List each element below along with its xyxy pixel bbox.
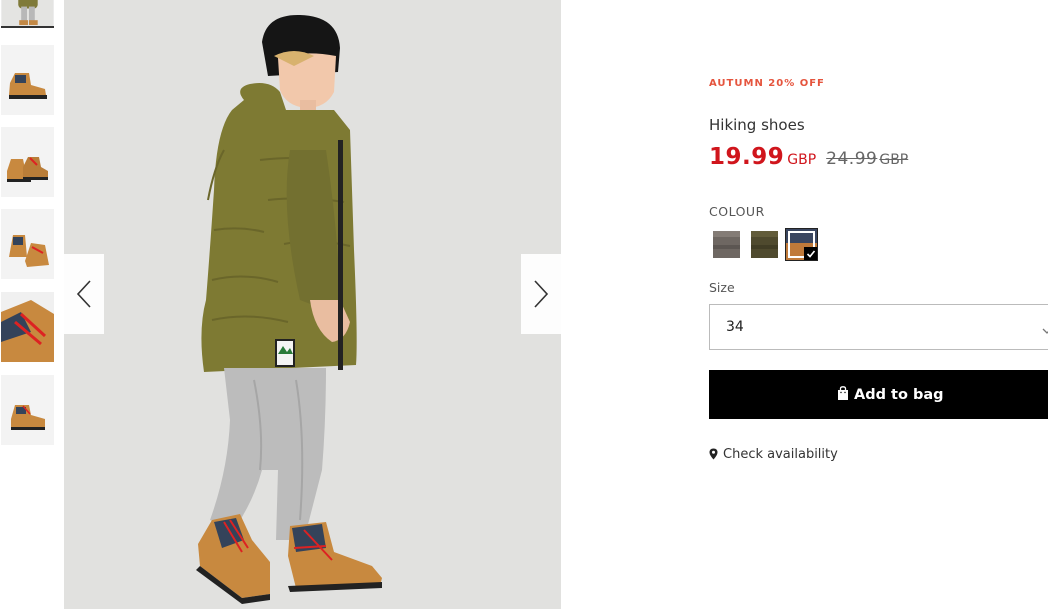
colour-swatch-brown[interactable] (713, 231, 740, 258)
size-select[interactable]: 34 (709, 304, 1048, 350)
swatch-texture (713, 231, 740, 258)
size-label: Size (709, 280, 735, 295)
product-title: Hiking shoes (709, 116, 805, 134)
size-selected-value: 34 (726, 319, 744, 335)
next-image-button[interactable] (521, 254, 561, 334)
thumbnail-6[interactable] (1, 375, 54, 445)
selected-check-icon (804, 247, 817, 260)
thumbnail-image-shoe-pair (1, 127, 54, 197)
thumbnail-3[interactable] (1, 127, 54, 197)
thumbnail-2[interactable] (1, 45, 54, 115)
current-price-currency: GBP (787, 152, 817, 168)
thumbnail-image-shoe-side (1, 45, 54, 115)
old-price: 24.99 (826, 149, 878, 169)
thumbnail-1[interactable] (1, 0, 54, 28)
check-availability-link[interactable]: Check availability (709, 445, 838, 464)
thumbnail-4[interactable] (1, 209, 54, 279)
colour-swatch-camel-navy[interactable] (785, 228, 818, 261)
product-info-panel: AUTUMN 20% OFF Hiking shoes 19.99 GBP 24.9… (709, 0, 1048, 609)
shopping-bag-icon (837, 385, 849, 404)
chevron-right-icon (534, 280, 549, 308)
map-pin-icon (709, 445, 718, 464)
colour-label: COLOUR (709, 204, 765, 219)
current-price: 19.99 (709, 144, 785, 170)
thumbnail-image-shoe-closeup (1, 292, 54, 362)
chevron-down-icon (1042, 321, 1048, 340)
thumbnail-image-shoe-back (1, 209, 54, 279)
thumbnail-5[interactable] (1, 292, 54, 362)
colour-swatch-khaki[interactable] (751, 231, 778, 258)
add-to-bag-label: Add to bag (854, 386, 944, 403)
main-product-image (64, 0, 561, 609)
thumbnail-rail (0, 0, 56, 609)
product-photo (64, 0, 561, 609)
old-price-currency: GBP (879, 152, 909, 168)
price-row: 19.99 GBP 24.99 GBP (709, 144, 908, 170)
thumbnail-image-shoe-front (1, 375, 54, 445)
promo-label: AUTUMN 20% OFF (709, 78, 825, 89)
colour-swatches (709, 228, 829, 262)
add-to-bag-button[interactable]: Add to bag (709, 370, 1048, 419)
check-availability-label: Check availability (723, 447, 838, 462)
thumbnail-image-outfit (1, 0, 54, 26)
chevron-left-icon (76, 280, 91, 308)
swatch-texture (751, 231, 778, 258)
previous-image-button[interactable] (64, 254, 104, 334)
